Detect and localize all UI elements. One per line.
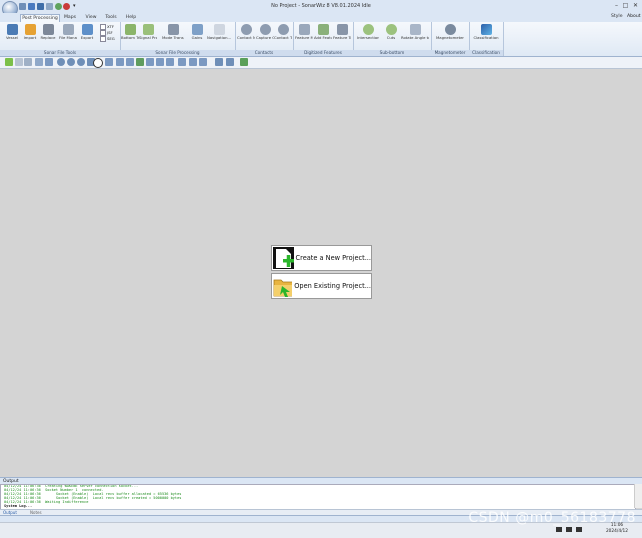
- magnetometer-button[interactable]: Magnetometer: [436, 24, 464, 40]
- contact-manager-button[interactable]: Contact Manager: [237, 24, 255, 40]
- feature-tools-button[interactable]: Feature Tools: [333, 24, 351, 40]
- tool-icon-8[interactable]: [178, 58, 186, 66]
- capture-contact-icon: [259, 24, 271, 35]
- box-select-icon[interactable]: [15, 58, 23, 66]
- check-seg[interactable]: SEG: [100, 36, 115, 42]
- add-feature-button[interactable]: Add Feature: [314, 24, 332, 40]
- file-manager-button[interactable]: File Manager: [59, 24, 77, 40]
- export-icon: [81, 24, 93, 35]
- signal-processing-button[interactable]: Signal Proc...: [139, 24, 157, 40]
- workspace: [0, 69, 642, 475]
- tool-icon-6[interactable]: [156, 58, 164, 66]
- select-arrow-icon[interactable]: [5, 58, 13, 66]
- back-arrow-icon[interactable]: [215, 58, 223, 66]
- bottom-track-icon: [124, 24, 136, 35]
- open-existing-project-button[interactable]: Open Existing Project...: [271, 273, 372, 299]
- format-checks: XTF JSF SEG: [100, 24, 115, 42]
- capture-contact-button[interactable]: Capture Contact: [256, 24, 274, 40]
- minimize-button[interactable]: –: [612, 2, 621, 10]
- intersections-icon: [362, 24, 374, 35]
- system-log-line: System Log...: [4, 503, 33, 508]
- tool-icon-2[interactable]: [116, 58, 124, 66]
- tool-icon-10[interactable]: [199, 58, 207, 66]
- maximize-button[interactable]: □: [621, 2, 630, 10]
- vessel-icon: [6, 24, 18, 35]
- group-label: Magnetometer: [431, 50, 469, 56]
- network-icon[interactable]: [556, 527, 562, 532]
- file-manager-icon: [62, 24, 74, 35]
- zoom-in-icon[interactable]: [57, 58, 65, 66]
- close-button[interactable]: ✕: [631, 2, 640, 10]
- zoom-extent-icon[interactable]: [77, 58, 85, 66]
- output-log[interactable]: 04/12/24 11:06:36 Creating WAKENE server…: [0, 484, 636, 510]
- group-label: Sonar File Tools: [0, 50, 120, 56]
- open-folder-icon: [273, 279, 293, 297]
- classification-icon: [480, 24, 492, 35]
- grid-icon[interactable]: [45, 58, 53, 66]
- classification-button[interactable]: Classification: [472, 24, 500, 40]
- tool-icon-4[interactable]: [136, 58, 144, 66]
- tool-icon-5[interactable]: [146, 58, 154, 66]
- group-label: Sub-bottom: [353, 50, 431, 56]
- contact-tools-icon: [277, 24, 289, 35]
- group-label: Contacts: [235, 50, 293, 56]
- gps-icon[interactable]: [240, 58, 248, 66]
- cuts-button[interactable]: Cuts: [382, 24, 400, 40]
- navigation-icon: [213, 24, 225, 35]
- tool-icon-3[interactable]: [126, 58, 134, 66]
- gains-button[interactable]: Gains: [188, 24, 206, 40]
- transparency-icon: [167, 24, 179, 35]
- cuts-icon: [385, 24, 397, 35]
- watermark: CSDN @m0_56183778: [468, 510, 636, 526]
- replace-button[interactable]: Replace: [39, 24, 57, 40]
- import-icon: [24, 24, 36, 35]
- feature-manager-button[interactable]: Feature Manager: [295, 24, 313, 40]
- style-menu[interactable]: Style: [611, 14, 623, 19]
- clock-date: 2024/4/12: [605, 529, 628, 534]
- output-scrollbar[interactable]: [634, 484, 642, 508]
- battery-icon[interactable]: [576, 527, 582, 532]
- tool-icon-1[interactable]: [105, 58, 113, 66]
- bottom-track-button[interactable]: Bottom Track...: [121, 24, 139, 40]
- open-existing-project-label: Open Existing Project...: [294, 282, 371, 290]
- rotate-grid-icon: [409, 24, 421, 35]
- signal-processing-icon: [142, 24, 154, 35]
- volume-icon[interactable]: [566, 527, 572, 532]
- about-menu[interactable]: About: [627, 14, 641, 19]
- feature-manager-icon: [298, 24, 310, 35]
- tab-view[interactable]: View: [82, 14, 100, 22]
- layer-icon[interactable]: [35, 58, 43, 66]
- tab-help[interactable]: Help: [122, 14, 140, 22]
- import-button[interactable]: Import: [21, 24, 39, 40]
- rotate-angle-button[interactable]: Rotate Angle to Bathy Grid...: [401, 24, 429, 40]
- group-label: Classification: [469, 50, 503, 56]
- gains-icon: [191, 24, 203, 35]
- add-feature-icon: [317, 24, 329, 35]
- contact-tools-button[interactable]: Contact Tools: [274, 24, 292, 40]
- group-label: Sonar File Processing: [120, 50, 235, 56]
- zoom-out-icon[interactable]: [67, 58, 75, 66]
- intersections-button[interactable]: Intersections: [357, 24, 379, 40]
- create-new-project-button[interactable]: Create a New Project...: [271, 245, 372, 271]
- tool-icon-7[interactable]: [166, 58, 174, 66]
- magnetometer-icon: [444, 24, 456, 35]
- pan-icon[interactable]: [24, 58, 32, 66]
- contact-manager-icon: [240, 24, 252, 35]
- tool-icon-9[interactable]: [189, 58, 197, 66]
- window-title: No Project - SonarWiz 8 V8.01.2024 Idle: [271, 3, 371, 9]
- vessel-button[interactable]: Vessel: [3, 24, 21, 40]
- forward-arrow-icon[interactable]: [226, 58, 234, 66]
- measure-circle-icon[interactable]: [93, 58, 103, 68]
- export-button[interactable]: Export: [78, 24, 96, 40]
- feature-tools-icon: [336, 24, 348, 35]
- tab-tools[interactable]: Tools: [102, 14, 120, 22]
- create-new-project-label: Create a New Project...: [295, 254, 371, 262]
- tab-maps[interactable]: Maps: [61, 14, 79, 22]
- navigation-button[interactable]: Navigation...: [207, 24, 231, 40]
- group-label: Digitized Features: [293, 50, 353, 56]
- replace-icon: [42, 24, 54, 35]
- new-project-icon: [273, 247, 294, 269]
- mode-transparency-button[interactable]: Mode Transparency: [162, 24, 184, 40]
